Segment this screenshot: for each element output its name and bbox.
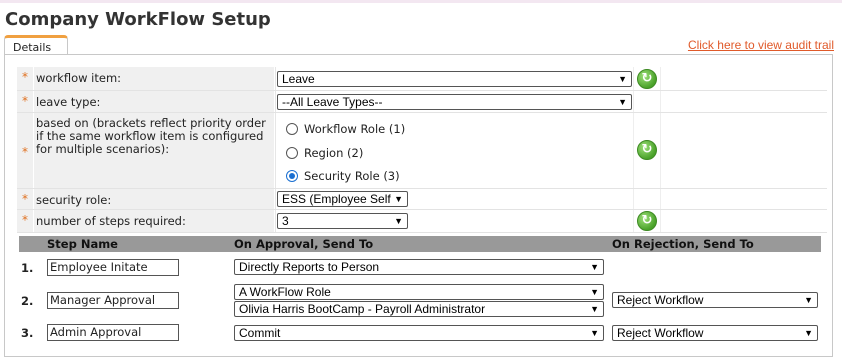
step-name-input[interactable]: Employee Initate — [47, 259, 179, 276]
approval-value: A WorkFlow Role — [239, 285, 331, 299]
chevron-down-icon: ▼ — [618, 97, 627, 107]
workflow-item-label: workflow item: — [34, 67, 275, 90]
steps-table-header: Step Name On Approval, Send To On Reject… — [19, 236, 821, 252]
refresh-icon[interactable]: ↻ — [637, 69, 657, 89]
chevron-down-icon: ▼ — [590, 287, 599, 297]
radio-button[interactable] — [286, 123, 298, 135]
approval-select[interactable]: Directly Reports to Person ▼ — [234, 259, 604, 275]
security-role-value: ESS (Employee Self — [282, 192, 391, 206]
chevron-down-icon: ▼ — [804, 328, 813, 338]
radio-button-selected[interactable] — [286, 170, 298, 182]
radio-region[interactable]: Region (2) — [286, 146, 363, 160]
leave-type-label: leave type: — [34, 91, 275, 112]
page-title: Company WorkFlow Setup — [5, 9, 271, 30]
top-accent-bar — [0, 0, 842, 3]
num-steps-icon-cell: ↻ — [633, 210, 661, 232]
radio-label: Security Role (3) — [304, 169, 400, 183]
chevron-down-icon: ▼ — [394, 194, 403, 204]
chevron-down-icon: ▼ — [394, 216, 403, 226]
radio-label: Region (2) — [304, 146, 364, 160]
workflow-item-select[interactable]: Leave ▼ — [277, 71, 632, 87]
based-on-label: based on (brackets reflect priority orde… — [34, 113, 275, 188]
leave-type-row: * leave type: --All Leave Types-- ▼ — [17, 91, 827, 113]
step-number: 3. — [21, 326, 34, 340]
required-marker: * — [17, 67, 34, 90]
security-role-label: security role: — [34, 189, 275, 209]
tab-details[interactable]: Details — [4, 35, 68, 54]
step-number: 2. — [21, 294, 34, 308]
on-approval-header: On Approval, Send To — [234, 237, 374, 251]
security-role-select[interactable]: ESS (Employee Self ▼ — [277, 191, 408, 207]
chevron-down-icon: ▼ — [618, 74, 627, 84]
rejection-value: Reject Workflow — [617, 293, 704, 307]
refresh-icon[interactable]: ↻ — [637, 140, 657, 160]
required-marker: * — [17, 210, 34, 232]
step-row: 2. Manager Approval A WorkFlow Role ▼ Ol… — [19, 282, 821, 320]
audit-trail-link[interactable]: Click here to view audit trail — [688, 38, 834, 52]
radio-security-role[interactable]: Security Role (3) — [286, 169, 400, 183]
approval-value: Directly Reports to Person — [239, 260, 380, 274]
security-role-row: * security role: ESS (Employee Self ▼ — [17, 189, 827, 210]
workflow-item-icon-cell: ↻ — [633, 67, 661, 90]
leave-type-cell: --All Leave Types-- ▼ — [275, 91, 633, 112]
step-name-input[interactable]: Admin Approval — [47, 324, 179, 341]
step-name-header: Step Name — [47, 237, 118, 251]
step-row: 1. Employee Initate Directly Reports to … — [19, 258, 821, 278]
workflow-item-cell: Leave ▼ — [275, 67, 633, 90]
approval-value: Commit — [239, 326, 281, 340]
leave-type-select[interactable]: --All Leave Types-- ▼ — [277, 94, 632, 110]
approval-role-value: Olivia Harris BootCamp - Payroll Adminis… — [239, 302, 486, 316]
rejection-value: Reject Workflow — [617, 326, 704, 340]
on-rejection-header: On Rejection, Send To — [612, 237, 754, 251]
based-on-icon-cell: ↻ — [633, 113, 661, 188]
workflow-item-row: * workflow item: Leave ▼ ↻ — [17, 67, 827, 91]
chevron-down-icon: ▼ — [804, 295, 813, 305]
step-number: 1. — [21, 261, 34, 275]
details-panel: * workflow item: Leave ▼ ↻ * leave type:… — [4, 54, 833, 357]
leave-type-value: --All Leave Types-- — [282, 95, 383, 109]
chevron-down-icon: ▼ — [590, 262, 599, 272]
num-steps-value: 3 — [282, 214, 289, 228]
approval-select[interactable]: Commit ▼ — [234, 325, 604, 341]
radio-button[interactable] — [286, 147, 298, 159]
chevron-down-icon: ▼ — [590, 304, 599, 314]
security-role-cell: ESS (Employee Self ▼ — [275, 189, 633, 209]
refresh-icon[interactable]: ↻ — [637, 211, 657, 231]
rejection-select[interactable]: Reject Workflow ▼ — [612, 325, 818, 341]
rejection-select[interactable]: Reject Workflow ▼ — [612, 292, 818, 308]
chevron-down-icon: ▼ — [590, 328, 599, 338]
num-steps-cell: 3 ▼ — [275, 210, 633, 232]
num-steps-label: number of steps required: — [34, 210, 275, 232]
workflow-item-value: Leave — [282, 72, 315, 86]
based-on-row: * based on (brackets reflect priority or… — [17, 113, 827, 189]
required-marker: * — [17, 91, 34, 112]
based-on-cell: Workflow Role (1) Region (2) Security Ro… — [275, 113, 633, 188]
num-steps-select[interactable]: 3 ▼ — [277, 213, 408, 229]
radio-workflow-role[interactable]: Workflow Role (1) — [286, 122, 405, 136]
approval-role-select[interactable]: Olivia Harris BootCamp - Payroll Adminis… — [234, 301, 604, 317]
required-marker: * — [17, 113, 34, 188]
required-marker: * — [17, 189, 34, 209]
approval-select[interactable]: A WorkFlow Role ▼ — [234, 284, 604, 300]
num-steps-row: * number of steps required: 3 ▼ ↻ — [17, 210, 827, 233]
step-name-input[interactable]: Manager Approval — [47, 292, 179, 309]
radio-label: Workflow Role (1) — [304, 122, 406, 136]
step-row: 3. Admin Approval Commit ▼ Reject Workfl… — [19, 322, 821, 344]
